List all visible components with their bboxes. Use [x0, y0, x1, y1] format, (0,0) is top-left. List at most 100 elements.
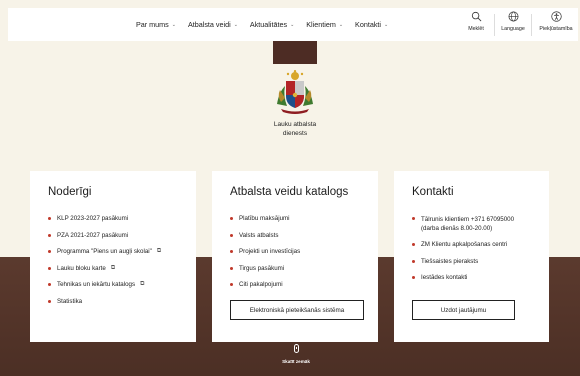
- bullet: [48, 250, 51, 254]
- list-item[interactable]: Statistika: [48, 298, 161, 305]
- card-title: Atbalsta veidu katalogs: [230, 186, 349, 198]
- link-label: PZA 2021-2027 pasākumi: [57, 231, 129, 239]
- chevron-down-icon: ⌄: [233, 21, 238, 28]
- bullet: [412, 243, 415, 246]
- chevron-down-icon: ⌄: [384, 21, 389, 28]
- nav-item-klientiem[interactable]: Klientiem ⌄: [306, 20, 343, 29]
- header-tools: Meklēt Language Piekļūstamība: [462, 11, 576, 39]
- bullet: [412, 217, 415, 220]
- link-label: KLP 2023-2027 pasākumi: [57, 215, 129, 222]
- link-label: Projekti un investīcijas: [239, 248, 301, 256]
- bullet: [230, 217, 233, 220]
- list-item[interactable]: Tehnikas un iekārtu katalogs ⧉: [48, 281, 161, 288]
- list-item[interactable]: KLP 2023-2027 pasākumi: [48, 215, 161, 222]
- bullet: [230, 283, 233, 287]
- page: Par mums ⌄ Atbalsta veidi ⌄ Aktualitātes…: [0, 0, 580, 376]
- list-item[interactable]: PZA 2021-2027 pasākumi: [48, 232, 161, 239]
- nav-item-kontakti[interactable]: Kontakti ⌄: [355, 20, 388, 29]
- top-header: Par mums ⌄ Atbalsta veidi ⌄ Aktualitātes…: [8, 8, 578, 41]
- link-label: Platību maksājumi: [239, 215, 290, 222]
- search-icon: [471, 11, 481, 22]
- contacts-list: Tālrunis klientiem +371 67095000 (darba …: [412, 215, 514, 291]
- external-link-icon: ⧉: [110, 264, 116, 271]
- nav-item-label: Kontakti: [355, 20, 382, 29]
- link-label: Lauku bloku karte: [57, 264, 106, 272]
- support-catalog-card: Atbalsta veidu katalogs Platību maksājum…: [212, 171, 378, 342]
- card-title: Noderīgi: [48, 186, 92, 198]
- list-item[interactable]: Tiešsaistes pieraksts: [412, 258, 514, 265]
- list-item[interactable]: Platību maksājumi: [230, 215, 300, 222]
- useful-links-list: KLP 2023-2027 pasākumi PZA 2021-2027 pas…: [48, 215, 161, 315]
- list-item[interactable]: Valsts atbalsts: [230, 232, 300, 239]
- contact-line-secondary: (darba dienās 8.00-20.00): [421, 225, 493, 232]
- divider: [531, 14, 532, 36]
- useful-links-card: Noderīgi KLP 2023-2027 pasākumi PZA 2021…: [30, 171, 196, 342]
- accessibility-icon: [550, 11, 562, 22]
- decorative-block: [273, 41, 317, 64]
- accessibility-label: Piekļūstamība: [539, 26, 573, 32]
- bullet: [230, 250, 233, 254]
- nav-item-aktualitates[interactable]: Aktualitātes ⌄: [250, 20, 294, 29]
- bullet: [412, 259, 415, 263]
- bullet: [48, 283, 51, 287]
- nav-item-label: Klientiem: [306, 20, 336, 29]
- scroll-label: Skatīt zemāk: [282, 359, 310, 364]
- nav-item-par-mums[interactable]: Par mums ⌄: [136, 20, 176, 29]
- bullet: [48, 266, 51, 270]
- support-catalog-list: Platību maksājumi Valsts atbalsts Projek…: [230, 215, 300, 298]
- nav-item-label: Par mums: [136, 20, 169, 29]
- language-label: Language: [501, 26, 525, 32]
- coat-of-arms-icon: [277, 70, 313, 114]
- list-item[interactable]: ZM Klientu apkalpošanas centri: [412, 241, 514, 248]
- list-item[interactable]: Programma "Piens un augļi skolai" ⧉: [48, 248, 161, 255]
- main-nav: Par mums ⌄ Atbalsta veidi ⌄ Aktualitātes…: [136, 8, 400, 41]
- coat-of-arms-logo[interactable]: [271, 68, 319, 116]
- contact-phone: Tālrunis klientiem +371 67095000 (darba …: [421, 215, 514, 233]
- list-item[interactable]: Iestādes kontakti: [412, 274, 514, 281]
- organization-name-line2: dienests: [282, 129, 308, 137]
- list-item[interactable]: Citi pakalpojumi: [230, 281, 300, 288]
- bullet: [412, 276, 415, 280]
- link-label: Tirgus pasākumi: [239, 264, 285, 272]
- list-item[interactable]: Tirgus pasākumi: [230, 265, 300, 272]
- link-label: Statistika: [57, 297, 83, 305]
- list-item[interactable]: Lauku bloku karte ⧉: [48, 265, 161, 272]
- language-button[interactable]: Language: [499, 11, 527, 32]
- accessibility-button[interactable]: Piekļūstamība: [536, 11, 576, 32]
- card-title: Kontakti: [412, 186, 454, 198]
- organization-name: Lauku atbalsta dienests: [248, 121, 342, 138]
- list-item[interactable]: Tālrunis klientiem +371 67095000 (darba …: [412, 215, 514, 233]
- scroll-down-indicator[interactable]: Skatīt zemāk: [276, 344, 316, 364]
- chevron-down-icon: ⌄: [171, 21, 176, 28]
- search-button[interactable]: Meklēt: [462, 11, 490, 32]
- bullet: [230, 233, 233, 237]
- search-label: Meklēt: [468, 26, 484, 32]
- nav-item-atbalsta-veidi[interactable]: Atbalsta veidi ⌄: [188, 20, 238, 29]
- organization-name-line1: Lauku atbalsta: [273, 121, 317, 128]
- link-label: Iestādes kontakti: [421, 274, 468, 282]
- bullet: [48, 217, 51, 220]
- link-label: Programma "Piens un augļi skolai": [57, 248, 152, 256]
- link-label: Valsts atbalsts: [239, 231, 279, 239]
- mouse-icon: [293, 344, 299, 353]
- nav-item-label: Atbalsta veidi: [187, 20, 231, 29]
- globe-icon: [508, 11, 518, 22]
- divider: [494, 14, 495, 36]
- link-label: Citi pakalpojumi: [239, 281, 283, 289]
- bullet: [230, 266, 233, 270]
- contact-line: Tālrunis klientiem +371 67095000: [421, 216, 515, 223]
- link-label: Tiešsaistes pieraksts: [421, 257, 479, 265]
- external-link-icon: ⧉: [140, 281, 145, 288]
- contacts-card: Kontakti Tālrunis klientiem +371 6709500…: [394, 171, 549, 342]
- nav-item-label: Aktualitātes: [249, 20, 288, 29]
- link-label: Tehnikas un iekārtu katalogs: [57, 281, 136, 289]
- external-link-icon: ⧉: [156, 248, 162, 255]
- list-item[interactable]: Projekti un investīcijas: [230, 248, 300, 255]
- e-application-system-button[interactable]: Elektroniskā pieteikšanās sistēma: [230, 300, 364, 320]
- ask-question-button[interactable]: Uzdot jautājumu: [412, 300, 515, 320]
- link-label: ZM Klientu apkalpošanas centri: [421, 241, 508, 248]
- bullet: [48, 299, 51, 303]
- chevron-down-icon: ⌄: [338, 21, 344, 28]
- bullet: [48, 233, 51, 237]
- chevron-down-icon: ⌄: [290, 21, 295, 28]
